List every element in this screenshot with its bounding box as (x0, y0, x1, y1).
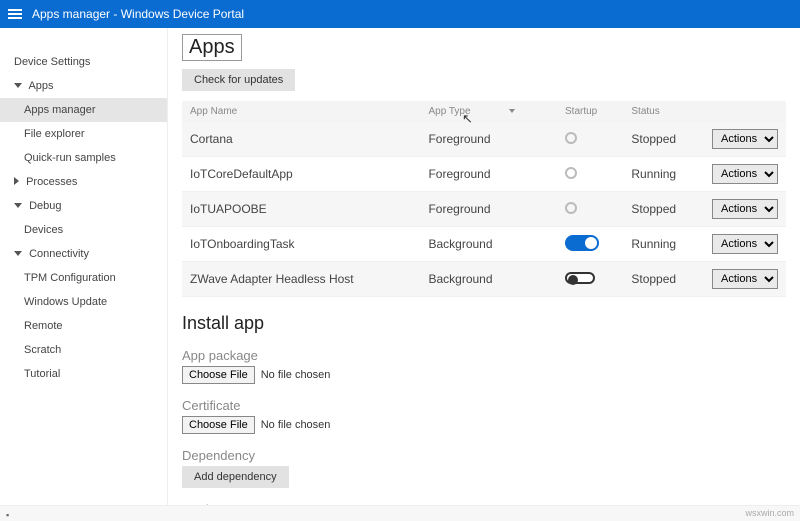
dependency-label: Dependency (182, 448, 786, 463)
page-title: Apps (182, 34, 242, 61)
menu-icon[interactable] (8, 9, 22, 19)
cell-app-name: IoTOnboardingTask (182, 227, 420, 262)
actions-select[interactable]: Actions (712, 269, 778, 289)
actions-select[interactable]: Actions (712, 199, 778, 219)
sidebar-group-apps[interactable]: Apps (0, 74, 167, 98)
watermark: wsxwin.com (745, 508, 794, 518)
cell-startup (557, 192, 623, 227)
table-row: IoTUAPOOBE Foreground Stopped Actions (182, 192, 786, 227)
cell-app-name: IoTUAPOOBE (182, 192, 420, 227)
sidebar-group-connectivity[interactable]: Connectivity (0, 242, 167, 266)
startup-radio-disabled (565, 132, 577, 144)
cell-app-name: Cortana (182, 122, 420, 157)
app-package-label: App package (182, 348, 786, 363)
sidebar-group-processes[interactable]: Processes (0, 170, 167, 194)
cell-status: Stopped (623, 262, 704, 297)
chevron-down-icon (14, 83, 22, 88)
cell-status: Running (623, 157, 704, 192)
actions-select[interactable]: Actions (712, 234, 778, 254)
actions-select[interactable]: Actions (712, 129, 778, 149)
sidebar: Device Settings Apps Apps manager File e… (0, 28, 168, 505)
check-updates-button[interactable]: Check for updates (182, 69, 295, 91)
col-app-name[interactable]: App Name (182, 101, 420, 122)
chevron-down-icon (14, 251, 22, 256)
cell-app-name: IoTCoreDefaultApp (182, 157, 420, 192)
sidebar-group-debug[interactable]: Debug (0, 194, 167, 218)
sidebar-item-devices[interactable]: Devices (0, 218, 167, 242)
no-file-chosen-text: No file chosen (261, 369, 331, 381)
sidebar-item-quick-run-samples[interactable]: Quick-run samples (0, 146, 167, 170)
col-actions (704, 101, 786, 122)
cell-status: Running (623, 227, 704, 262)
cell-startup (557, 227, 623, 262)
col-app-type[interactable]: App Type (420, 101, 557, 122)
choose-file-button-package[interactable]: Choose File (182, 366, 255, 384)
sidebar-group-label: Apps (28, 80, 53, 92)
startup-toggle-off[interactable] (565, 272, 595, 284)
footer-left-icon: ▪ (6, 510, 9, 520)
col-status[interactable]: Status (623, 101, 704, 122)
cell-startup (557, 262, 623, 297)
cell-app-type: Foreground (420, 192, 557, 227)
cell-app-type: Background (420, 262, 557, 297)
table-row: Cortana Foreground Stopped Actions (182, 122, 786, 157)
cell-app-name: ZWave Adapter Headless Host (182, 262, 420, 297)
cell-app-type: Foreground (420, 122, 557, 157)
chevron-down-icon (14, 203, 22, 208)
sidebar-item-device-settings[interactable]: Device Settings (0, 50, 167, 74)
table-row: IoTOnboardingTask Background Running Act… (182, 227, 786, 262)
actions-select[interactable]: Actions (712, 164, 778, 184)
window-title: Apps manager - Windows Device Portal (32, 7, 244, 21)
apps-table: App Name App Type Startup Status Cortana… (182, 101, 786, 297)
cell-status: Stopped (623, 122, 704, 157)
sidebar-item-scratch[interactable]: Scratch (0, 338, 167, 362)
table-row: ZWave Adapter Headless Host Background S… (182, 262, 786, 297)
startup-toggle-on[interactable] (565, 235, 599, 251)
startup-radio-disabled (565, 202, 577, 214)
no-file-chosen-text: No file chosen (261, 419, 331, 431)
page-footer: ▪ wsxwin.com (0, 505, 800, 521)
table-row: IoTCoreDefaultApp Foreground Running Act… (182, 157, 786, 192)
cell-app-type: Foreground (420, 157, 557, 192)
cell-startup (557, 157, 623, 192)
install-app-heading: Install app (182, 313, 786, 334)
sidebar-item-tutorial[interactable]: Tutorial (0, 362, 167, 386)
startup-radio-disabled (565, 167, 577, 179)
choose-file-button-certificate[interactable]: Choose File (182, 416, 255, 434)
cell-status: Stopped (623, 192, 704, 227)
sidebar-item-apps-manager[interactable]: Apps manager (0, 98, 167, 122)
window-titlebar: Apps manager - Windows Device Portal (0, 0, 800, 28)
sidebar-item-windows-update[interactable]: Windows Update (0, 290, 167, 314)
sidebar-group-label: Connectivity (29, 248, 89, 260)
sort-down-icon (509, 109, 515, 113)
col-startup[interactable]: Startup (557, 101, 623, 122)
content-pane: Apps Check for updates App Name App Type… (168, 28, 800, 505)
sidebar-item-tpm-configuration[interactable]: TPM Configuration (0, 266, 167, 290)
cell-startup (557, 122, 623, 157)
sidebar-group-label: Processes (26, 176, 77, 188)
sidebar-item-remote[interactable]: Remote (0, 314, 167, 338)
add-dependency-button[interactable]: Add dependency (182, 466, 289, 488)
sidebar-item-file-explorer[interactable]: File explorer (0, 122, 167, 146)
sidebar-group-label: Debug (29, 200, 61, 212)
chevron-right-icon (14, 177, 19, 185)
certificate-label: Certificate (182, 398, 786, 413)
cell-app-type: Background (420, 227, 557, 262)
